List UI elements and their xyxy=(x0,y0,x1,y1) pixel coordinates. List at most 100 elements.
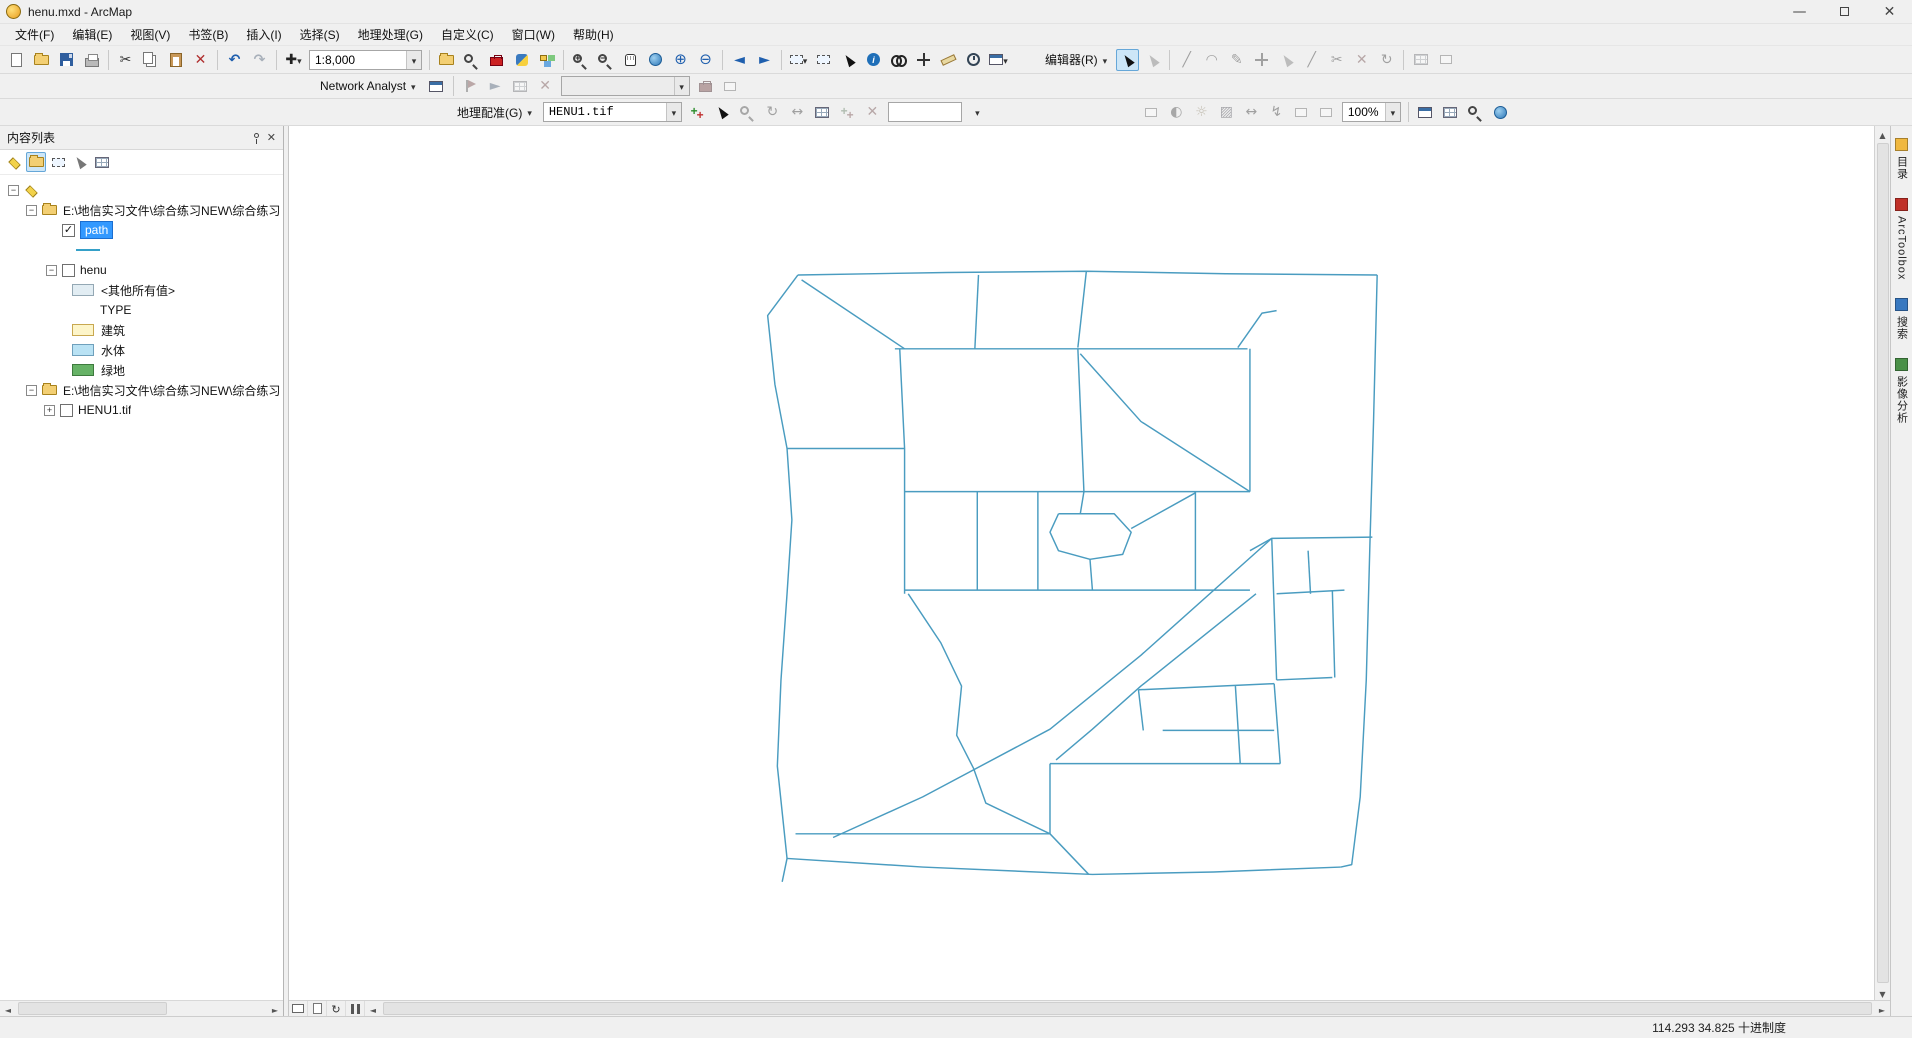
solve-button[interactable] xyxy=(484,75,507,97)
tab-catalog[interactable]: 目录 xyxy=(1894,138,1910,180)
georeferencing-menu-button[interactable]: 地理配准(G) xyxy=(449,101,540,123)
symbology-field-row[interactable]: TYPE xyxy=(0,300,283,320)
select-elements-tool[interactable] xyxy=(837,49,860,71)
building-label[interactable]: 建筑 xyxy=(101,322,125,339)
redo-button[interactable] xyxy=(248,49,271,71)
swipe-layer-tool[interactable] xyxy=(1240,101,1263,123)
zoom-out-tool[interactable] xyxy=(594,49,617,71)
henu-layer-checkbox[interactable] xyxy=(62,263,75,277)
data-view-button[interactable] xyxy=(289,1001,308,1016)
rotate-tool[interactable] xyxy=(1375,49,1398,71)
reshape-feature-tool[interactable] xyxy=(1300,49,1323,71)
georef-toolbar-options-button[interactable] xyxy=(966,101,989,123)
list-by-drawing-order-button[interactable] xyxy=(4,152,24,172)
map-scroll-track[interactable] xyxy=(381,1001,1874,1016)
scale-dropdown-button[interactable] xyxy=(406,50,421,69)
menu-selection[interactable]: 选择(S) xyxy=(291,23,349,46)
viewer-window-button[interactable] xyxy=(987,49,1010,71)
measure-tool[interactable] xyxy=(937,49,960,71)
minimize-button[interactable] xyxy=(1777,0,1822,23)
map-scroll-down-button[interactable] xyxy=(1875,985,1891,1000)
map-scroll-right-button[interactable] xyxy=(1874,1001,1890,1016)
map-vertical-scrollbar[interactable] xyxy=(1874,126,1890,1000)
raster-expander[interactable] xyxy=(44,404,55,416)
paste-button[interactable] xyxy=(164,49,187,71)
toc-scroll-track[interactable] xyxy=(16,1001,267,1016)
menu-view[interactable]: 视图(V) xyxy=(121,23,179,46)
find-button[interactable] xyxy=(887,49,910,71)
go-back-extent-button[interactable] xyxy=(728,49,751,71)
path-layer-label[interactable]: path xyxy=(80,221,114,239)
undo-button[interactable] xyxy=(223,49,246,71)
fixed-zoom-in-button[interactable] xyxy=(669,49,692,71)
python-window-button[interactable] xyxy=(510,49,533,71)
layout-view-button[interactable] xyxy=(308,1001,327,1016)
save-document-button[interactable] xyxy=(55,49,78,71)
delete-links-button[interactable] xyxy=(861,101,884,123)
copy-button[interactable] xyxy=(139,49,162,71)
refresh-view-button[interactable] xyxy=(327,1001,346,1016)
path-line-symbol[interactable] xyxy=(76,249,100,251)
barriers-tool[interactable] xyxy=(534,75,557,97)
effects-extra-button[interactable] xyxy=(1315,101,1338,123)
map-hscroll-thumb[interactable] xyxy=(383,1002,1872,1015)
list-by-selection-button[interactable] xyxy=(70,152,90,172)
select-link-tool[interactable] xyxy=(711,101,734,123)
path-layer-checkbox[interactable] xyxy=(62,223,75,237)
toc-close-icon[interactable] xyxy=(267,132,276,143)
zoom-to-selected-link-button[interactable] xyxy=(736,101,759,123)
pause-drawing-button[interactable] xyxy=(346,1001,365,1016)
create-network-location-tool[interactable] xyxy=(459,75,482,97)
add-control-points-tool[interactable] xyxy=(686,101,709,123)
menu-file[interactable]: 文件(F) xyxy=(6,23,63,46)
tab-search[interactable]: 搜索 xyxy=(1894,298,1910,340)
select-features-tool[interactable] xyxy=(787,49,810,71)
map-scroll-left-button[interactable] xyxy=(365,1001,381,1016)
water-label[interactable]: 水体 xyxy=(101,342,125,359)
menu-windows[interactable]: 窗口(W) xyxy=(503,23,564,46)
map-vscroll-thumb[interactable] xyxy=(1876,143,1889,983)
source1-label[interactable]: E:\地信实习文件\综合练习NEW\综合练习 xyxy=(63,202,280,219)
menu-insert[interactable]: 插入(I) xyxy=(237,23,290,46)
raster-layer-checkbox[interactable] xyxy=(60,403,73,417)
view-link-table-button[interactable] xyxy=(811,101,834,123)
effects-layer-button[interactable] xyxy=(1140,101,1163,123)
transparency-input[interactable] xyxy=(1342,103,1385,121)
source-node-2[interactable]: E:\地信实习文件\综合练习NEW\综合练习 xyxy=(0,380,283,400)
maximize-button[interactable] xyxy=(1822,0,1867,23)
toc-scroll-left-button[interactable] xyxy=(0,1001,16,1016)
georef-text-input[interactable] xyxy=(888,103,961,121)
raster-layer-label[interactable]: HENU1.tif xyxy=(78,403,131,417)
build-network-button[interactable] xyxy=(694,75,717,97)
henu-layer-label[interactable]: henu xyxy=(80,263,107,277)
menu-customize[interactable]: 自定义(C) xyxy=(432,23,503,46)
source2-label[interactable]: E:\地信实习文件\综合练习NEW\综合练习 xyxy=(63,382,280,399)
zoom-in-tool[interactable] xyxy=(569,49,592,71)
export-raster-button[interactable] xyxy=(1489,101,1512,123)
trace-tool[interactable] xyxy=(1225,49,1248,71)
layer-node-raster[interactable]: HENU1.tif xyxy=(0,400,283,420)
georef-layer-dropdown-button[interactable] xyxy=(665,103,681,121)
rotate-raster-tool[interactable] xyxy=(761,101,784,123)
layer-node-henu[interactable]: henu xyxy=(0,260,283,280)
symbology-field-label[interactable]: TYPE xyxy=(100,303,131,317)
network-analyst-window-button[interactable] xyxy=(425,75,448,97)
tab-arctoolbox[interactable]: ArcToolbox xyxy=(1895,198,1908,280)
path-symbol-row[interactable] xyxy=(0,240,283,260)
time-slider-button[interactable] xyxy=(962,49,985,71)
flicker-layer-tool[interactable] xyxy=(1265,101,1288,123)
list-by-source-button[interactable] xyxy=(26,152,46,172)
clear-selection-button[interactable] xyxy=(812,49,835,71)
close-button[interactable] xyxy=(1867,0,1912,23)
modelbuilder-button[interactable] xyxy=(535,49,558,71)
toc-scroll-right-button[interactable] xyxy=(267,1001,283,1016)
editor-annotation-tool[interactable] xyxy=(1141,49,1164,71)
editor-menu-button[interactable]: 编辑器(R) xyxy=(1037,49,1115,71)
go-to-xy-button[interactable] xyxy=(912,49,935,71)
map-canvas[interactable] xyxy=(289,126,1874,1000)
arc-segment-tool[interactable] xyxy=(1200,49,1223,71)
print-button[interactable] xyxy=(80,49,103,71)
pan-tool[interactable] xyxy=(619,49,642,71)
source2-expander[interactable] xyxy=(26,384,37,396)
menu-geoprocessing[interactable]: 地理处理(G) xyxy=(349,23,432,46)
